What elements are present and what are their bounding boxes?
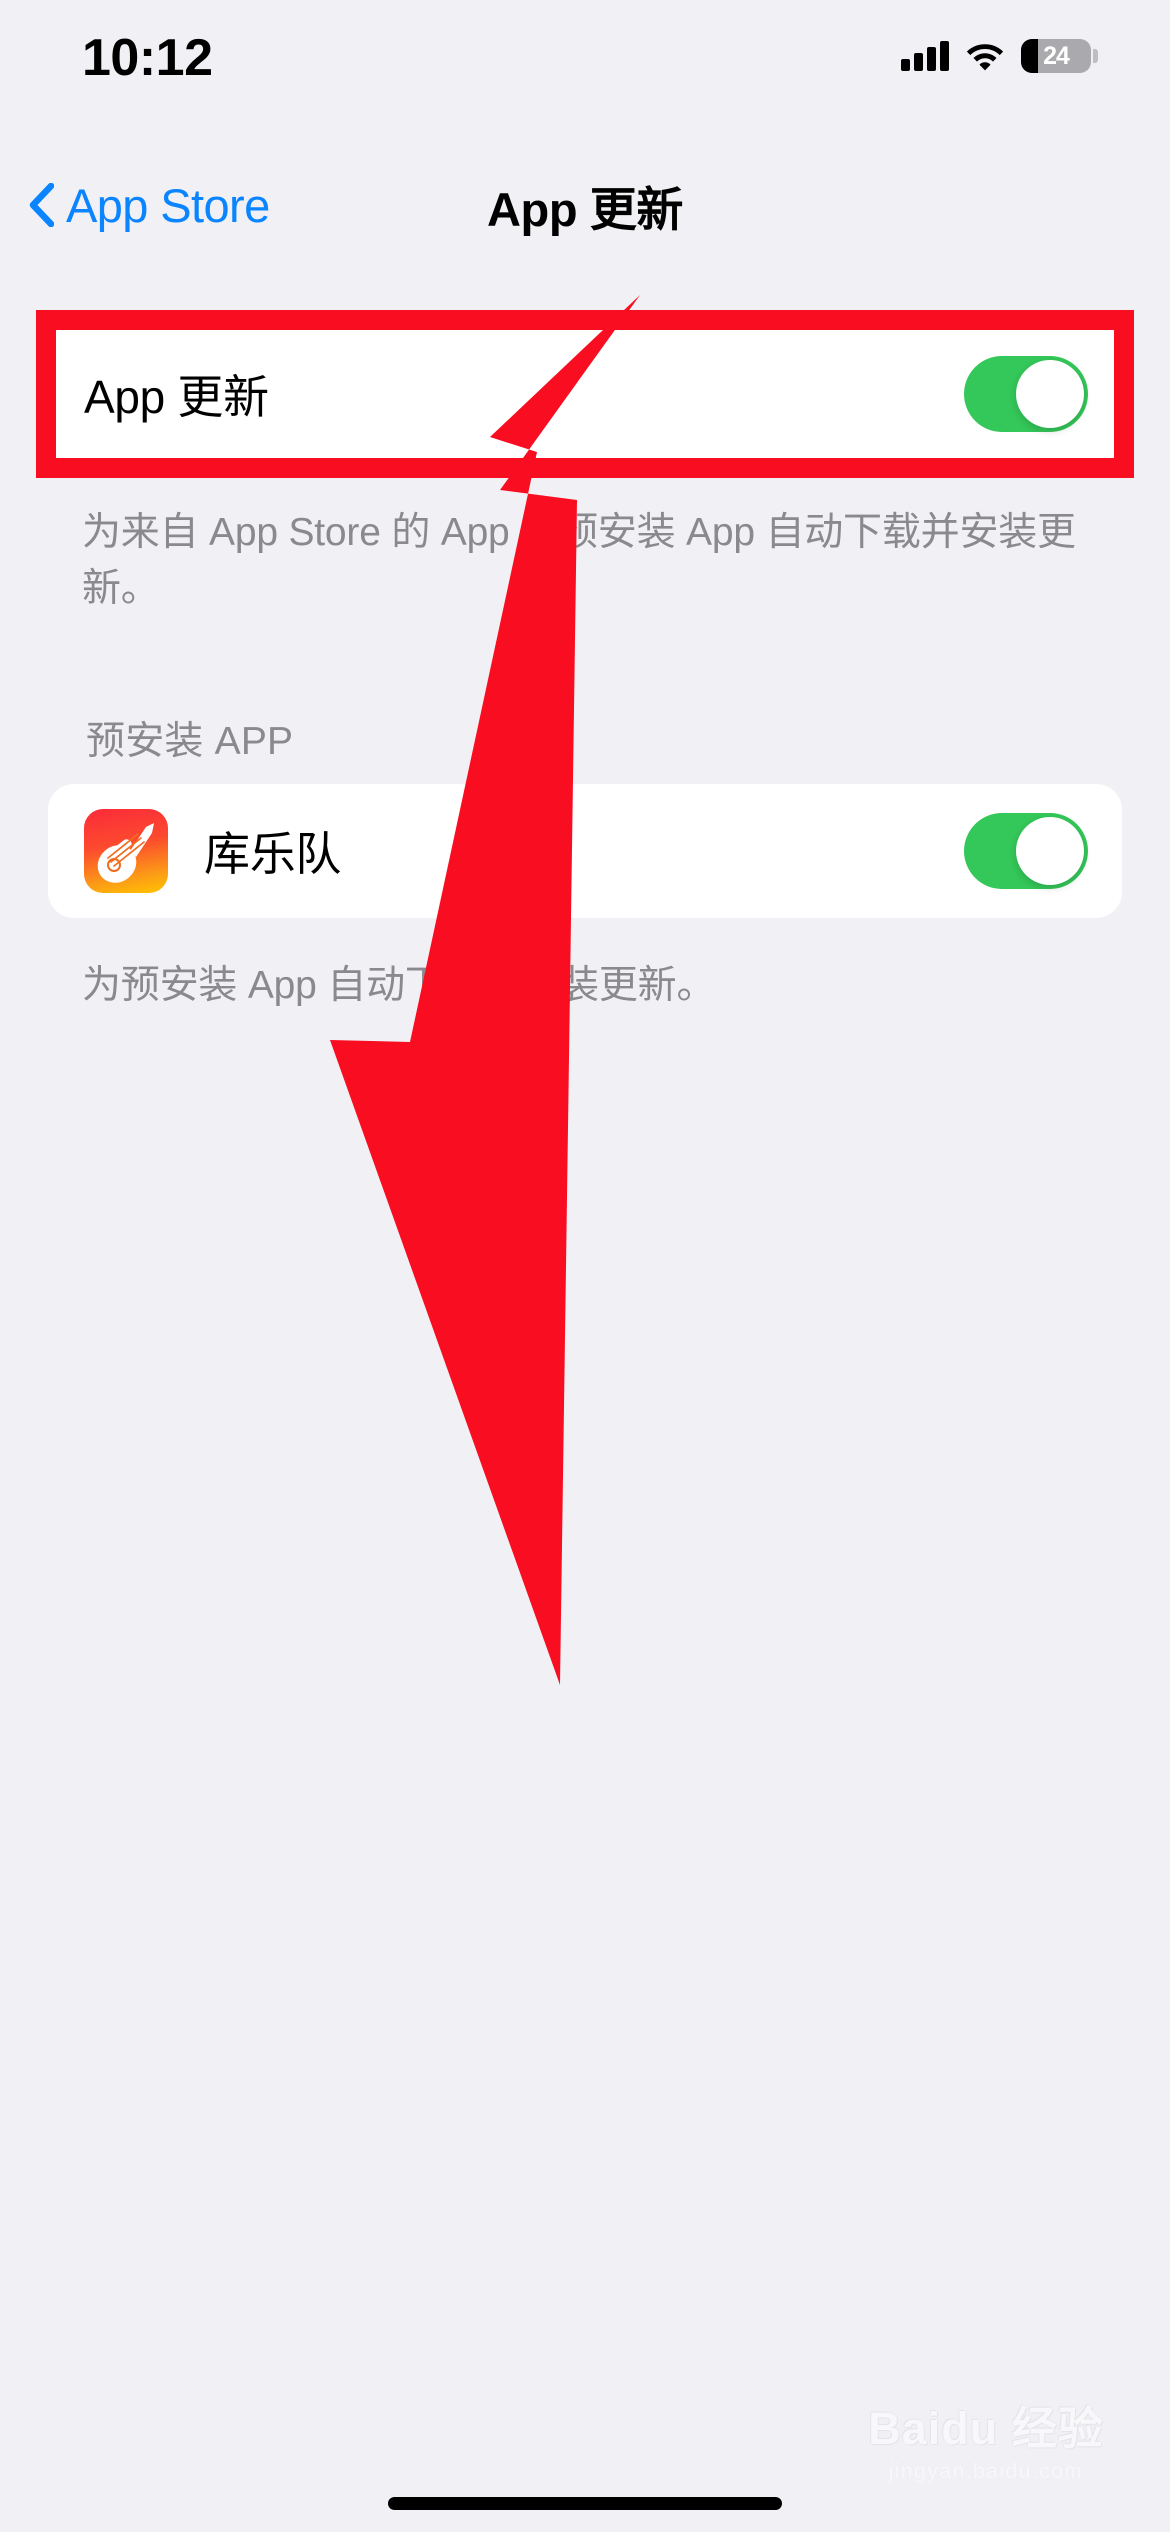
navigation-bar: App 更新 App Store	[0, 160, 1170, 250]
garageband-toggle[interactable]	[964, 813, 1088, 889]
watermark-brand: Baidu 经验	[868, 2403, 1104, 2454]
row-app-update-label: App 更新	[84, 371, 269, 423]
home-indicator[interactable]	[388, 2497, 782, 2510]
preinstalled-apps-card: 库乐队	[48, 784, 1122, 918]
chevron-left-icon	[28, 183, 54, 227]
status-bar-indicators: 24	[901, 36, 1098, 76]
wifi-icon	[966, 41, 1004, 71]
row-garageband-label: 库乐队	[204, 828, 342, 880]
status-bar: 10:12 24	[0, 0, 1170, 120]
back-button-label: App Store	[66, 178, 270, 232]
row-garageband[interactable]: 库乐队	[48, 784, 1122, 918]
app-update-footer-text: 为来自 App Store 的 App 及预安装 App 自动下载并安装更新。	[82, 511, 1076, 610]
battery-fill	[1021, 39, 1038, 73]
battery-percentage: 24	[1043, 41, 1070, 70]
garageband-app-icon	[84, 809, 168, 893]
iphone-screen: 10:12 24 App 更新 App Store App 更新 为来自 App…	[0, 0, 1170, 2532]
preinstalled-apps-section-header: 预安装 APP	[86, 720, 294, 763]
app-update-toggle[interactable]	[964, 356, 1088, 432]
baidu-watermark: Baidu 经验 jingyan.baidu.com	[836, 2406, 1136, 2484]
preinstalled-apps-footer-text: 为预安装 App 自动下载并安装更新。	[82, 964, 716, 1007]
cellular-bars-icon	[901, 41, 949, 71]
app-update-card: App 更新	[48, 324, 1122, 464]
watermark-url: jingyan.baidu.com	[888, 2460, 1084, 2483]
status-bar-clock: 10:12	[82, 29, 213, 87]
back-button[interactable]: App Store	[28, 160, 270, 250]
battery-cap-icon	[1093, 49, 1098, 63]
row-app-update[interactable]: App 更新	[48, 324, 1122, 464]
toggle-knob	[1016, 817, 1084, 885]
toggle-knob	[1016, 360, 1084, 428]
battery-icon: 24	[1021, 39, 1091, 73]
battery-indicator: 24	[1021, 39, 1098, 73]
